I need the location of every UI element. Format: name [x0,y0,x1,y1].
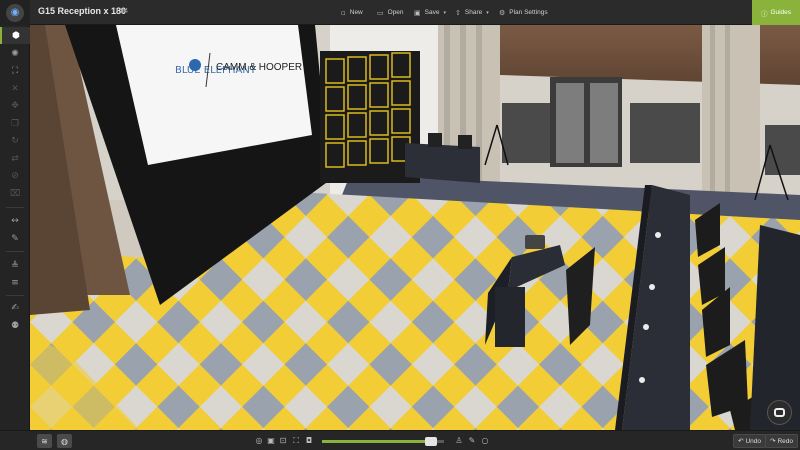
layers-icon[interactable]: ≋ [37,434,52,448]
menu-save[interactable]: ▣ Save ▾ [414,0,446,25]
guest-count: ⚇ 84 [112,7,128,15]
caret-down-icon: ▾ [443,9,446,16]
copy-icon[interactable]: ❐ [0,115,30,132]
scene-render[interactable]: BLUE ELEPHANT CAMM & HOOPER [30,25,800,430]
floorplan-icon[interactable]: ▣ [266,435,276,446]
menu-new-label: New [349,9,363,16]
hide-icon[interactable]: ⊘ [0,167,30,184]
target-icon[interactable]: ◎ [254,435,264,446]
people-icon: ⚇ [112,7,119,15]
frame-icon[interactable]: ⛶ [291,435,301,446]
redo-label: Redo [777,437,793,445]
redo-icon: ↷ [770,437,776,445]
person-icon[interactable]: ♙ [454,435,464,446]
lighting-icon[interactable]: ✺ [0,45,30,62]
pencil-icon[interactable]: ✎ [467,435,477,446]
ruler-icon[interactable]: ✎ [0,230,30,247]
rotate-icon[interactable]: ↻ [0,132,30,149]
info-icon: ⓘ [760,9,768,18]
swap-icon[interactable]: ⇄ [0,150,30,167]
align-bottom-icon[interactable]: ≡ [0,274,30,291]
align-top-icon[interactable]: ≜ [0,257,30,274]
left-toolbar: ⬢ ✺ ⛶ ✕ ✥ ❐ ↻ ⇄ ⊘ ⌧ ↔ ✎ ≜ ≡ ✍ ⚉ [0,25,30,430]
new-file-icon: ▫ [341,8,346,17]
chat-icon [774,408,785,417]
folder-icon: ▭ [377,8,384,17]
menu-open-label: Open [387,9,404,16]
3d-viewport[interactable]: BLUE ELEPHANT CAMM & HOOPER [30,25,800,430]
edit-icon[interactable]: ✍ [0,299,30,316]
screen-brand-right: CAMM & HOOPER [216,62,302,73]
move-icon[interactable]: ✥ [0,97,30,114]
divider [6,251,24,252]
zoom-slider-thumb[interactable] [425,437,438,446]
menu-save-label: Save [424,9,440,16]
bottom-bar: ≋ ◍ ◎ ▣ ⊡ ⛶ ◘ ♙ ✎ ○ ↶ Undo ↷ Redo [0,430,800,450]
lock-icon[interactable]: ⊡ [278,435,288,446]
zoom-slider-fill [322,440,436,443]
share-icon: ⇧ [455,8,461,17]
menu-new[interactable]: ▫ New [341,0,363,25]
menu-plan-settings-label: Plan Settings [509,9,548,16]
circle-icon[interactable]: ○ [480,435,490,446]
save-icon: ▣ [414,8,421,17]
close-icon[interactable]: ✕ [0,80,30,97]
redo-button[interactable]: ↷ Redo [765,434,798,448]
guest-count-value: 84 [120,8,129,15]
undo-label: Undo [745,437,761,445]
users-icon[interactable]: ⚉ [0,317,30,334]
chat-launcher-button[interactable] [767,400,792,425]
zoom-slider[interactable] [322,437,444,446]
undo-icon: ↶ [738,437,744,445]
cube-icon[interactable]: ⬢ [0,27,30,44]
crop-icon[interactable]: ⛶ [0,62,30,79]
globe-icon: ◉ [6,3,24,22]
top-bar: ◉ G15 Reception x 180 ⚇ 84 ▫ New ▭ Open ▣ S… [0,0,800,25]
undo-button[interactable]: ↶ Undo [733,434,766,448]
menu-open[interactable]: ▭ Open [377,0,404,25]
menu-share[interactable]: ⇧ Share ▾ [455,0,489,25]
settings-icon: ⚙ [499,8,506,17]
measure-icon[interactable]: ↔ [0,212,30,229]
divider [6,295,24,296]
guides-label: Guides [770,9,792,16]
globe-view-icon[interactable]: ◍ [57,434,72,448]
menu-plan-settings[interactable]: ⚙ Plan Settings [499,0,548,25]
menu-share-label: Share [464,9,483,16]
caret-down-icon: ▾ [486,9,489,16]
app-logo[interactable]: ◉ [0,0,30,25]
trash-icon[interactable]: ⌧ [0,185,30,202]
guides-button[interactable]: ⓘ Guides [752,0,800,25]
camera-icon[interactable]: ◘ [304,435,314,446]
divider [6,207,24,208]
